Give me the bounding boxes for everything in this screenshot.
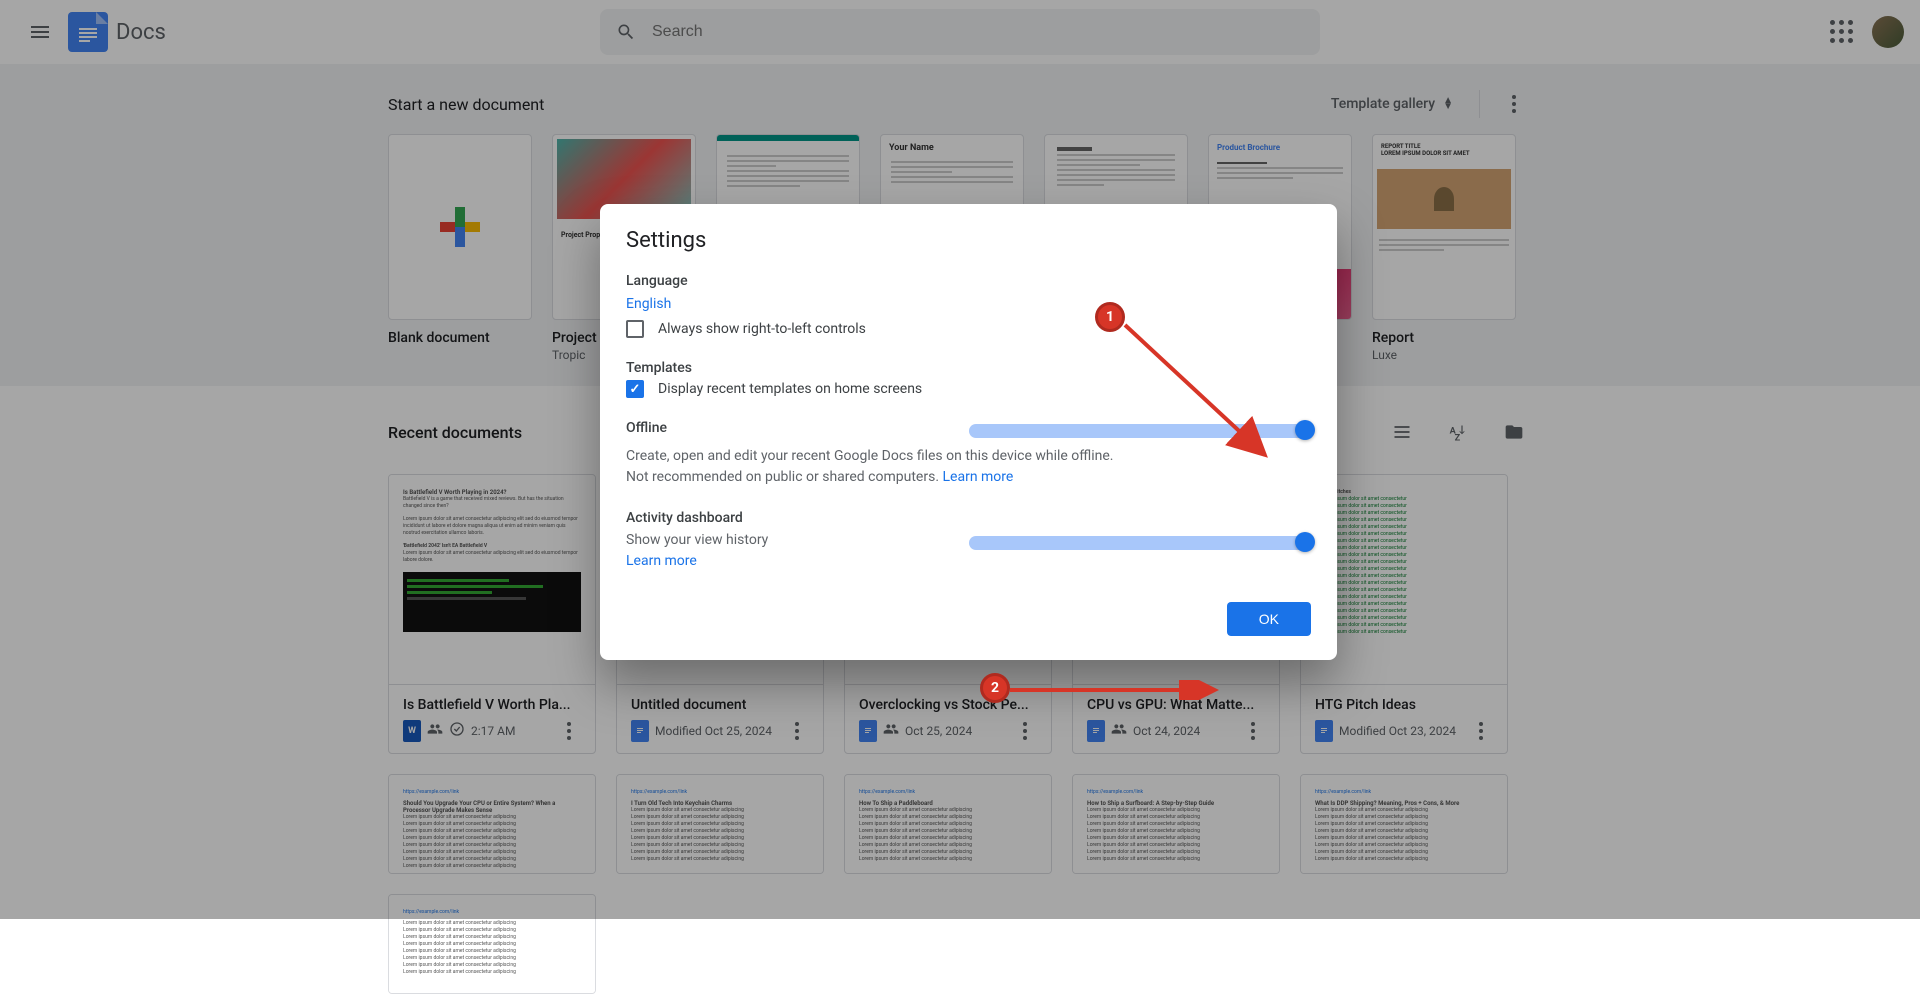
- rtl-checkbox[interactable]: [626, 320, 644, 338]
- offline-warning: Not recommended on public or shared comp…: [626, 469, 939, 485]
- language-heading: Language: [626, 273, 1311, 289]
- activity-description: Show your view history: [626, 532, 768, 548]
- offline-heading: Offline: [626, 420, 969, 436]
- ok-button[interactable]: OK: [1227, 602, 1311, 636]
- annotation-arrow-2: [1010, 680, 1230, 700]
- activity-learn-more[interactable]: Learn more: [626, 553, 697, 569]
- templates-checkbox[interactable]: [626, 380, 644, 398]
- rtl-label: Always show right-to-left controls: [658, 321, 866, 337]
- offline-description: Create, open and edit your recent Google…: [626, 448, 1113, 464]
- dialog-title: Settings: [626, 228, 1311, 253]
- language-link[interactable]: English: [626, 296, 671, 312]
- annotation-marker-1: 1: [1095, 302, 1125, 332]
- offline-learn-more[interactable]: Learn more: [943, 469, 1014, 485]
- activity-toggle[interactable]: [969, 536, 1312, 550]
- templates-label: Display recent templates on home screens: [658, 381, 922, 397]
- annotation-marker-2: 2: [980, 673, 1010, 703]
- activity-heading: Activity dashboard: [626, 510, 969, 526]
- annotation-arrow-1: [1120, 320, 1280, 470]
